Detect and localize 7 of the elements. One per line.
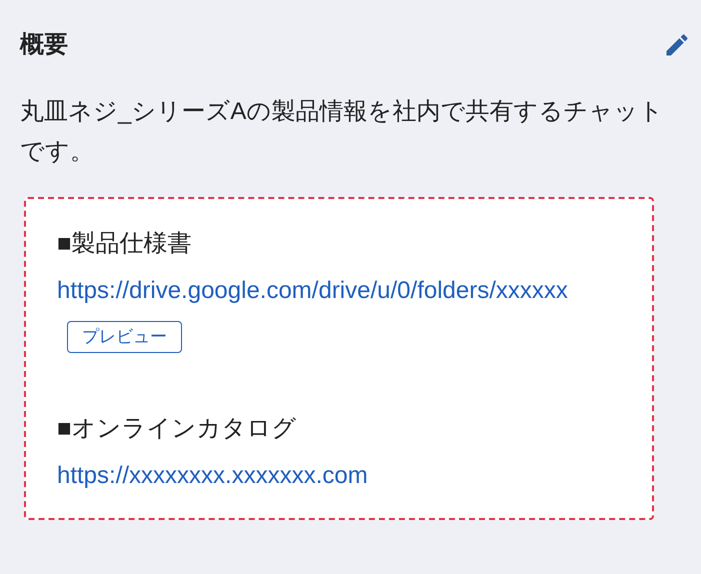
description: 丸皿ネジ_シリーズAの製品情報を社内で共有するチャットです。 [20, 97, 664, 167]
url-link[interactable]: https://xxxxxxxx.xxxxxxx.com [57, 462, 368, 489]
section-title: 概要 [20, 30, 68, 60]
link-heading: ■製品仕様書 [57, 229, 192, 259]
link-heading: ■オンラインカタログ [57, 414, 296, 444]
url-link[interactable]: https://drive.google.com/drive/u/0/folders/xxxxxx [57, 277, 568, 304]
preview-button[interactable]: プレビュー [67, 320, 182, 353]
